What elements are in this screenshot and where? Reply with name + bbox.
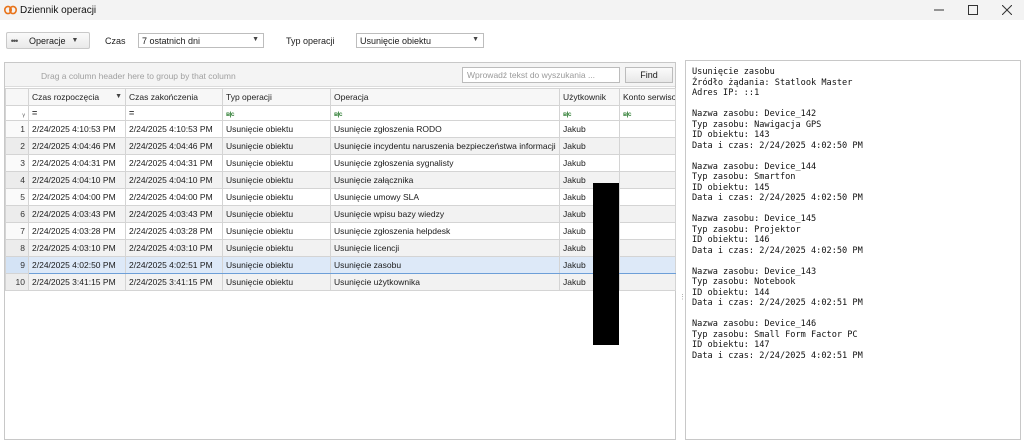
filter-cell-start-time[interactable]: = bbox=[28, 105, 126, 121]
text-filter-icon: ʙ|ᴄ bbox=[623, 111, 631, 118]
table-row-selected[interactable]: 9 2/24/2025 4:02:50 PM 2/24/2025 4:02:51 P… bbox=[5, 256, 676, 274]
column-header-user[interactable]: Użytkownik bbox=[559, 88, 620, 106]
table-row[interactable]: 7 2/24/2025 4:03:28 PM 2/24/2025 4:03:28 P… bbox=[5, 222, 676, 240]
table-row[interactable]: 8 2/24/2025 4:03:10 PM 2/24/2025 4:03:10 P… bbox=[5, 239, 676, 257]
maximize-icon bbox=[968, 5, 978, 15]
group-by-area[interactable]: Drag a column header here to group by th… bbox=[5, 63, 675, 87]
text-filter-icon: ʙ|ᴄ bbox=[563, 111, 571, 118]
window-controls bbox=[922, 0, 1024, 20]
filter-icon: ᵧ bbox=[22, 109, 25, 118]
group-by-hint: Drag a column header here to group by th… bbox=[41, 71, 236, 81]
details-resource-block: Nazwa zasobu: Device_142 Typ zasobu: Nawi… bbox=[692, 109, 863, 151]
table-row[interactable]: 4 2/24/2025 4:04:10 PM 2/24/2025 4:04:10 P… bbox=[5, 171, 676, 189]
filter-cell-operation-type[interactable]: ʙ|ᴄ bbox=[222, 105, 331, 121]
operations-table: Czas rozpoczęcia ▼ Czas zakończenia Typ o… bbox=[5, 88, 676, 291]
operation-type-select[interactable]: Usunięcie obiektu ▼ bbox=[356, 33, 484, 48]
redaction-block bbox=[593, 183, 619, 345]
details-resource-block: Nazwa zasobu: Device_146 Typ zasobu: Smal… bbox=[692, 319, 863, 361]
more-dots-icon: ••• bbox=[10, 35, 18, 46]
operations-label: Operacje bbox=[29, 35, 66, 46]
chevron-down-icon: ▼ bbox=[472, 36, 479, 43]
toolbar: ••• Operacje ▼ Czas 7 ostatnich dni ▼ Ty… bbox=[0, 26, 1024, 56]
search-input[interactable] bbox=[462, 67, 620, 83]
close-button[interactable] bbox=[990, 0, 1024, 20]
table-row[interactable]: 2 2/24/2025 4:04:46 PM 2/24/2025 4:04:46 P… bbox=[5, 137, 676, 155]
operation-type-value: Usunięcie obiektu bbox=[360, 35, 432, 46]
column-header-service-account[interactable]: Konto serwisowe bbox=[619, 88, 676, 106]
panel-splitter-handle[interactable]: ⋮ bbox=[679, 294, 686, 306]
operations-dropdown-button[interactable]: ••• Operacje ▼ bbox=[6, 32, 90, 49]
table-row[interactable]: 3 2/24/2025 4:04:31 PM 2/24/2025 4:04:31 P… bbox=[5, 154, 676, 172]
title-bar: Dziennik operacji bbox=[0, 0, 1024, 20]
operation-type-label: Typ operacji bbox=[286, 36, 335, 46]
chain-link-icon bbox=[3, 3, 17, 17]
time-range-value: 7 ostatnich dni bbox=[142, 35, 201, 46]
window-title: Dziennik operacji bbox=[20, 4, 97, 16]
table-row[interactable]: 10 2/24/2025 3:41:15 PM 2/24/2025 3:41:15 … bbox=[5, 273, 676, 291]
details-resource-block: Nazwa zasobu: Device_145 Typ zasobu: Proj… bbox=[692, 214, 863, 256]
details-header: Usunięcie zasobu Źródło żądania: Statloo… bbox=[692, 67, 1020, 99]
details-ip: Adres IP: ::1 bbox=[692, 88, 760, 98]
minimize-button[interactable] bbox=[922, 0, 956, 20]
filter-cell-service-account[interactable]: ʙ|ᴄ bbox=[619, 105, 676, 121]
text-filter-icon: ʙ|ᴄ bbox=[226, 111, 234, 118]
details-resource-block: Nazwa zasobu: Device_143 Typ zasobu: Note… bbox=[692, 266, 863, 309]
column-header-operation-type[interactable]: Typ operacji bbox=[222, 88, 331, 106]
equals-filter-icon: = bbox=[129, 108, 135, 118]
operations-grid-panel: Drag a column header here to group by th… bbox=[4, 62, 676, 440]
filter-row: ᵧ = = ʙ|ᴄ ʙ|ᴄ ʙ|ᴄ ʙ|ᴄ bbox=[5, 105, 676, 121]
filter-cell-user[interactable]: ʙ|ᴄ bbox=[559, 105, 620, 121]
equals-filter-icon: = bbox=[32, 108, 38, 118]
maximize-button[interactable] bbox=[956, 0, 990, 20]
table-header-row: Czas rozpoczęcia ▼ Czas zakończenia Typ o… bbox=[5, 88, 676, 106]
time-label: Czas bbox=[105, 36, 126, 46]
filter-row-indicator: ᵧ bbox=[5, 105, 29, 121]
minimize-icon bbox=[934, 9, 944, 11]
table-row[interactable]: 1 2/24/2025 4:10:53 PM 2/24/2025 4:10:53 P… bbox=[5, 120, 676, 138]
sort-descending-icon: ▼ bbox=[115, 93, 122, 100]
close-icon bbox=[1002, 5, 1012, 15]
operation-details-panel: Usunięcie zasobu Źródło żądania: Statloo… bbox=[685, 60, 1021, 440]
filter-cell-end-time[interactable]: = bbox=[125, 105, 223, 121]
find-button[interactable]: Find bbox=[625, 67, 673, 83]
column-header-operation[interactable]: Operacja bbox=[330, 88, 560, 106]
details-resource-block: Nazwa zasobu: Device_144 Typ zasobu: Smar… bbox=[692, 161, 863, 204]
column-header-end-time[interactable]: Czas zakończenia bbox=[125, 88, 223, 106]
table-row[interactable]: 6 2/24/2025 4:03:43 PM 2/24/2025 4:03:43 P… bbox=[5, 205, 676, 223]
time-range-select[interactable]: 7 ostatnich dni ▼ bbox=[138, 33, 264, 48]
row-indicator-header bbox=[5, 88, 29, 106]
chevron-down-icon: ▼ bbox=[252, 36, 259, 43]
text-filter-icon: ʙ|ᴄ bbox=[334, 111, 342, 118]
chevron-down-icon: ▼ bbox=[71, 37, 79, 44]
table-row[interactable]: 5 2/24/2025 4:04:00 PM 2/24/2025 4:04:00 P… bbox=[5, 188, 676, 206]
details-title: Usunięcie zasobu bbox=[692, 67, 775, 77]
table-body: 1 2/24/2025 4:10:53 PM 2/24/2025 4:10:53 P… bbox=[5, 120, 676, 291]
filter-cell-operation[interactable]: ʙ|ᴄ bbox=[330, 105, 560, 121]
column-header-start-time[interactable]: Czas rozpoczęcia ▼ bbox=[28, 88, 126, 106]
details-source: Źródło żądania: Statlook Master bbox=[692, 77, 853, 88]
